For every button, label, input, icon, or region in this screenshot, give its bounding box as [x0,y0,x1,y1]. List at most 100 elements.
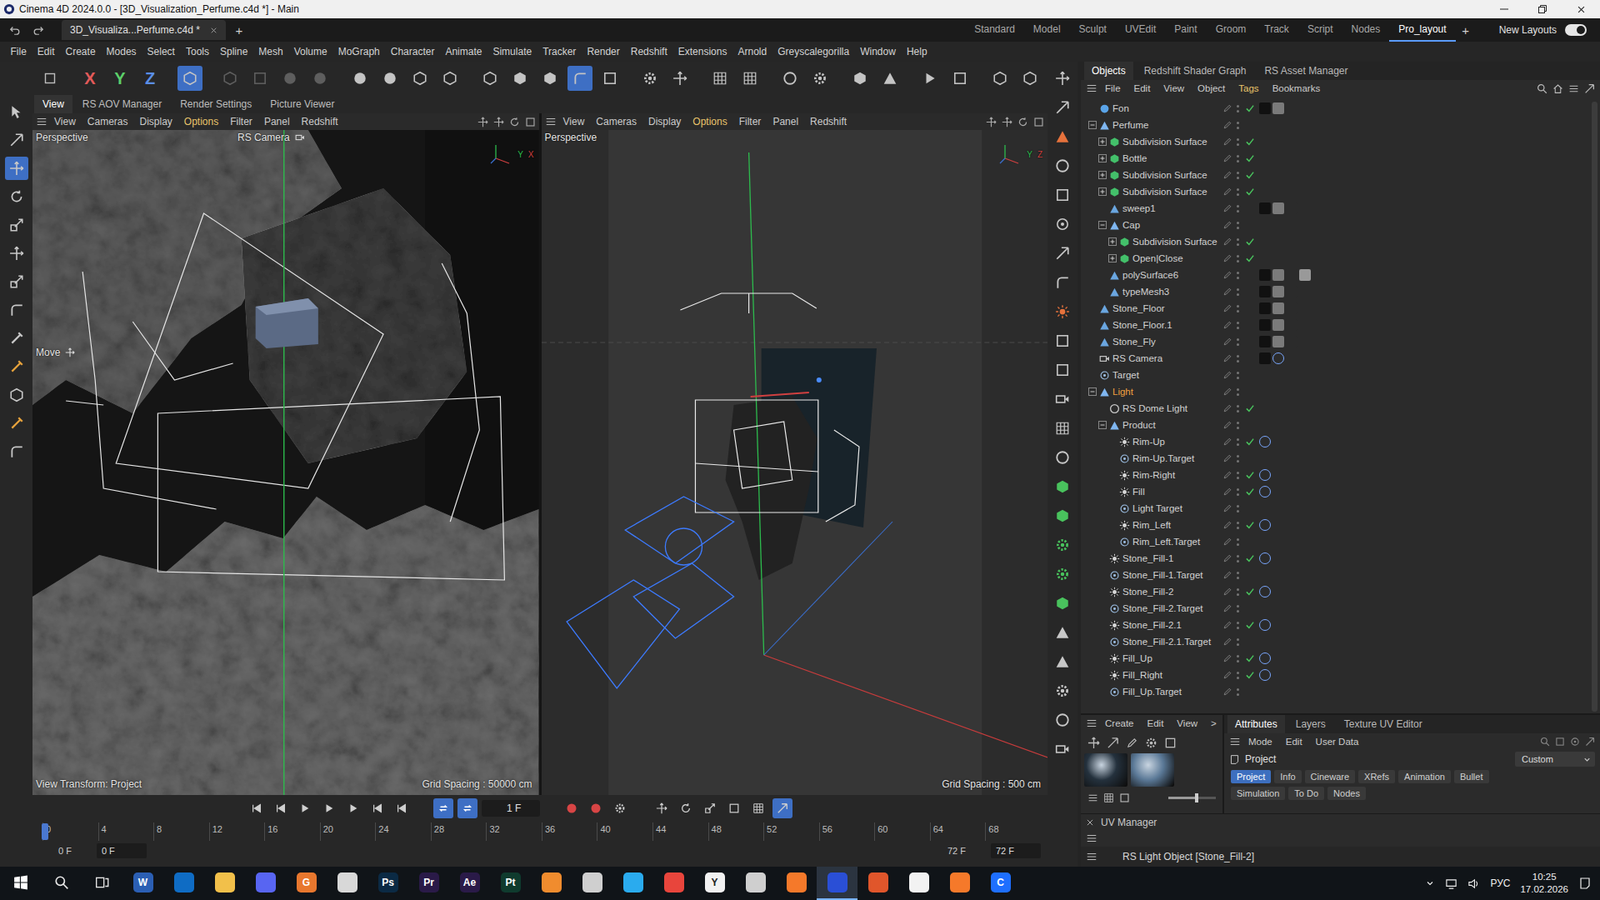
view-label[interactable]: Perspective [35,131,89,144]
taskbar-app[interactable]: Ps [367,866,409,900]
transport-button[interactable] [295,798,315,819]
menu-item[interactable]: Window [855,45,902,58]
right-tool-button[interactable] [1050,620,1075,645]
taskbar-app[interactable] [0,866,41,900]
visibility-dots[interactable] [1234,505,1241,513]
right-tool-button[interactable] [1050,154,1075,178]
object-row[interactable]: Fill_Right [1080,666,1590,684]
tag-icon[interactable] [1272,302,1285,315]
panel-tab[interactable]: Attributes [1227,715,1285,734]
side-tool-button[interactable] [5,298,29,322]
tool-button[interactable] [177,65,203,91]
axis-button[interactable]: Z [137,65,163,91]
object-row[interactable]: Rim_Left [1080,516,1590,534]
enable-toggle[interactable] [1240,236,1260,247]
menu-item[interactable]: Select [141,45,180,58]
panel-tab[interactable]: RS Asset Manager [1256,61,1355,80]
timeline-tool-button[interactable] [772,798,793,819]
taskbar-app[interactable] [816,866,858,900]
timeline-tool-button[interactable] [651,798,672,819]
menu-item[interactable]: Spline [214,45,253,58]
visibility-dots[interactable] [1234,538,1241,546]
material-menu-item[interactable]: > [1205,718,1223,729]
object-row[interactable]: Rim_Left.Target [1080,533,1590,550]
section-button[interactable]: Animation [1398,770,1451,784]
enable-toggle[interactable] [1240,436,1260,447]
object-name[interactable]: Stone_Fly [1112,336,1156,347]
viewport-menu-item[interactable]: Options [179,115,224,128]
menu-item[interactable]: Character [385,45,440,58]
menu-item[interactable]: Arnold [732,45,773,58]
expand-icon[interactable] [1098,170,1107,180]
panel-menu-item[interactable]: Object [1191,83,1231,94]
tag-icon[interactable] [1259,319,1271,331]
expand-icon[interactable] [1108,254,1117,263]
object-row[interactable]: Cap [1080,216,1590,234]
tool-button[interactable] [707,65,733,91]
layout-tab[interactable]: Paint [1165,18,1206,42]
layout-tab[interactable]: Pro_layout [1389,18,1455,42]
record-button[interactable] [561,798,582,819]
add-layout-button[interactable]: + [1455,20,1476,40]
layout-tab[interactable]: Model [1024,18,1070,42]
right-tool-button[interactable] [1050,504,1075,528]
tag-icon[interactable] [1272,285,1285,298]
new-layouts[interactable]: New Layouts [1499,24,1595,36]
taskbar-app[interactable]: Pt [490,866,531,900]
right-tool-button[interactable] [1050,475,1075,499]
key-settings-button[interactable] [610,798,630,819]
taskbar-app[interactable]: C [980,866,1021,900]
layout-tab[interactable]: Groom [1206,18,1256,42]
tag-icon[interactable] [1272,202,1285,215]
tool-button[interactable] [407,65,433,91]
material-thumbnail[interactable] [1084,753,1128,787]
section-button[interactable]: Simulation [1230,786,1285,800]
timeline-tool-button[interactable] [724,798,745,819]
material-menu-item[interactable]: Create [1099,718,1140,729]
tag-icon[interactable] [1285,335,1298,348]
start-frame-field[interactable]: 0 F [96,843,147,859]
playhead[interactable] [41,823,49,840]
object-row[interactable]: Fon [1080,100,1590,117]
tag-icon[interactable] [1259,619,1271,631]
side-tool-button[interactable] [5,440,29,464]
visibility-dots[interactable] [1234,438,1241,446]
object-row[interactable]: Subdivision Surface [1080,133,1590,150]
object-row[interactable]: Stone_Fill-2.Target [1080,600,1590,617]
transport-button[interactable] [270,798,291,819]
taskbar-app[interactable]: G [285,866,327,900]
timeline-tool-button[interactable] [700,798,720,819]
scrollbar[interactable] [1591,101,1598,712]
object-name[interactable]: Fill_Right [1122,670,1163,680]
section-button[interactable]: To Do [1288,786,1325,800]
expander[interactable] [1098,187,1107,196]
object-name[interactable]: Subdivision Surface [1132,236,1218,247]
object-row[interactable]: Stone_Fill-2.1 [1080,616,1590,634]
taskbar-app[interactable] [163,866,205,900]
side-tool-button[interactable] [5,213,29,237]
right-tool-button[interactable] [1050,95,1075,120]
tag-icon[interactable] [1259,352,1271,365]
tool-button[interactable] [37,65,63,91]
right-tool-button[interactable] [1050,533,1075,557]
tag-icon[interactable] [1259,469,1271,481]
object-name[interactable]: Stone_Fill-1.Target [1122,570,1204,580]
loop-button[interactable] [457,798,478,819]
visibility-dots[interactable] [1234,238,1241,246]
visibility-dots[interactable] [1234,555,1241,563]
tag-icon[interactable] [1259,285,1271,298]
object-row[interactable]: RS Camera [1080,350,1590,367]
visibility-dots[interactable] [1234,188,1241,196]
visibility-dots[interactable] [1234,255,1241,263]
visibility-dots[interactable] [1234,171,1241,180]
expander[interactable] [1088,120,1097,130]
taskbar-app[interactable] [857,866,899,900]
right-tool-button[interactable] [1050,183,1075,207]
tag-icon[interactable] [1259,585,1271,598]
visibility-dots[interactable] [1234,271,1241,280]
taskbar-app[interactable] [204,866,245,900]
visibility-dots[interactable] [1234,121,1241,130]
transport-button[interactable] [367,798,388,819]
object-row[interactable]: Stone_Floor.1 [1080,316,1590,334]
object-row[interactable]: Stone_Fill-2.1.Target [1080,633,1590,650]
